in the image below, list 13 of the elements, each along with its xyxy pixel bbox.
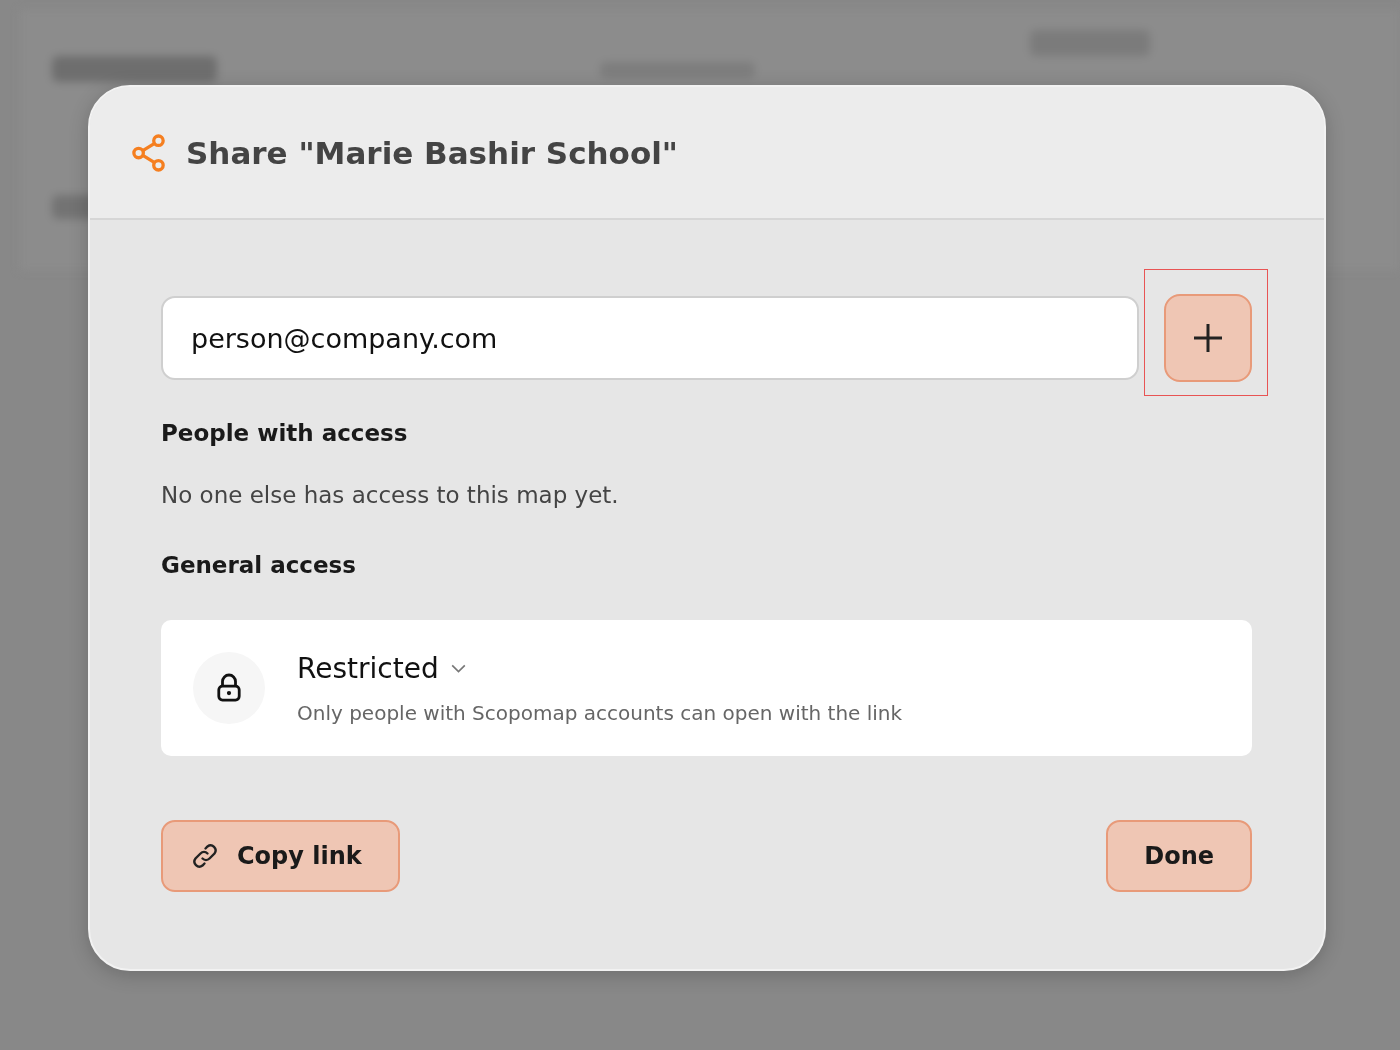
plus-icon <box>1192 322 1224 354</box>
access-message: No one else has access to this map yet. <box>161 482 620 508</box>
add-button[interactable] <box>1164 294 1252 382</box>
dialog-title: Share "Marie Bashir School" <box>186 134 678 171</box>
section-heading: People with access <box>161 420 409 446</box>
section-heading: General access <box>161 552 357 578</box>
copy-link-button[interactable]: Copy link <box>161 820 400 892</box>
email-field[interactable]: person@company.com <box>161 296 1139 380</box>
caret-icon[interactable] <box>450 663 466 673</box>
done-button[interactable]: Done <box>1106 820 1252 892</box>
access-description: Only people with Scopomap accounts can open with the link <box>297 700 903 725</box>
access-dropdown[interactable]: Restricted <box>297 651 439 685</box>
share-icon <box>132 133 166 172</box>
